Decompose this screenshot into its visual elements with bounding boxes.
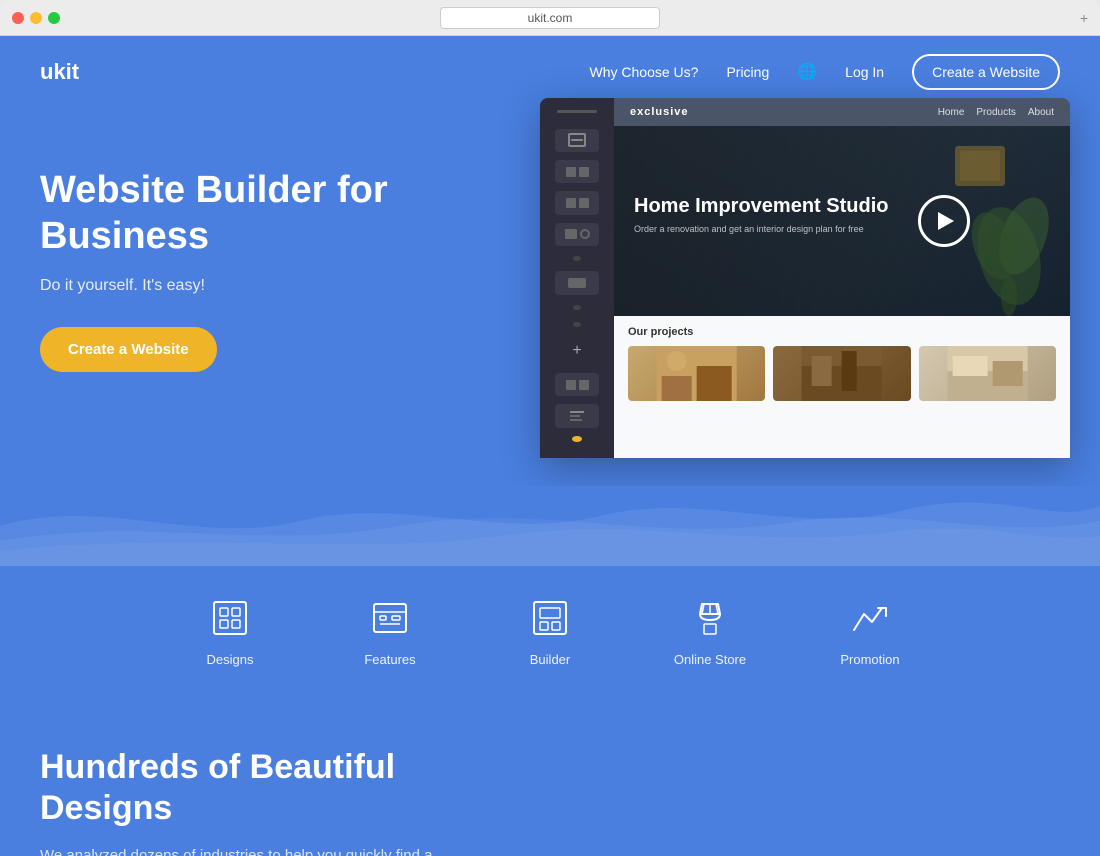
hero-subtitle: Do it yourself. It's easy! bbox=[40, 277, 440, 295]
wave-svg bbox=[0, 486, 1100, 566]
minimize-dot[interactable] bbox=[30, 12, 42, 24]
preview-project-grid bbox=[628, 346, 1056, 401]
project-card-1 bbox=[628, 346, 765, 401]
preview-header: exclusive Home Products About bbox=[614, 98, 1070, 126]
play-icon bbox=[938, 212, 954, 230]
nav-links: Why Choose Us? Pricing 🌐 Log In Create a… bbox=[590, 54, 1061, 90]
feature-promotion[interactable]: Promotion bbox=[790, 596, 950, 667]
preview-hero-text: Home Improvement Studio Order a renovati… bbox=[634, 194, 888, 248]
sidebar-dot-3 bbox=[573, 322, 581, 327]
play-button[interactable] bbox=[918, 195, 970, 247]
sidebar-active-dot bbox=[572, 436, 582, 442]
preview-content: exclusive Home Products About bbox=[614, 98, 1070, 458]
sidebar-handle bbox=[557, 110, 597, 113]
hero-section: Website Builder for Business Do it yours… bbox=[0, 108, 1100, 488]
store-icon bbox=[688, 596, 732, 640]
sidebar-block-1[interactable] bbox=[555, 129, 599, 152]
logo[interactable]: ukit bbox=[40, 59, 79, 85]
preview-hero-image: Home Improvement Studio Order a renovati… bbox=[614, 126, 1070, 316]
globe-icon[interactable]: 🌐 bbox=[797, 62, 817, 82]
preview-window: + bbox=[540, 98, 1070, 458]
preview-nav-about: About bbox=[1028, 107, 1054, 118]
feature-store[interactable]: Online Store bbox=[630, 596, 790, 667]
project-image-1 bbox=[628, 346, 765, 401]
sidebar-dot-2 bbox=[573, 305, 581, 310]
nav-cta-button[interactable]: Create a Website bbox=[912, 54, 1060, 90]
wave-section bbox=[0, 486, 1100, 566]
promotion-icon bbox=[848, 596, 892, 640]
preview-projects-title: Our projects bbox=[628, 326, 1056, 338]
new-tab-icon[interactable]: + bbox=[1080, 10, 1088, 26]
preview-brand: exclusive bbox=[630, 106, 689, 118]
features-icon bbox=[368, 596, 412, 640]
maximize-dot[interactable] bbox=[48, 12, 60, 24]
preview-nav-products: Products bbox=[976, 107, 1015, 118]
preview-nav-home: Home bbox=[938, 107, 965, 118]
url-text: ukit.com bbox=[528, 11, 573, 25]
preview-projects: Our projects bbox=[614, 316, 1070, 458]
feature-designs[interactable]: Designs bbox=[150, 596, 310, 667]
bottom-section: Hundreds of Beautiful Designs We analyze… bbox=[0, 707, 1100, 856]
feature-store-label: Online Store bbox=[674, 652, 746, 667]
hero-text: Website Builder for Business Do it yours… bbox=[40, 148, 440, 372]
feature-features[interactable]: Features bbox=[310, 596, 470, 667]
sidebar-block-3[interactable] bbox=[555, 191, 599, 214]
project-card-2 bbox=[773, 346, 910, 401]
project-image-2 bbox=[773, 346, 910, 401]
sidebar-block-6[interactable] bbox=[555, 373, 599, 396]
feature-designs-label: Designs bbox=[207, 652, 254, 667]
sidebar-block-2[interactable] bbox=[555, 160, 599, 183]
nav-why-choose[interactable]: Why Choose Us? bbox=[590, 64, 699, 80]
nav-login[interactable]: Log In bbox=[845, 64, 884, 80]
project-card-3 bbox=[919, 346, 1056, 401]
feature-builder-label: Builder bbox=[530, 652, 570, 667]
address-bar[interactable]: ukit.com bbox=[440, 7, 660, 29]
browser-chrome: ukit.com + bbox=[0, 0, 1100, 36]
features-section: Designs Features Builder bbox=[0, 566, 1100, 707]
builder-sidebar: + bbox=[540, 98, 614, 458]
sidebar-add-row[interactable]: + bbox=[572, 337, 581, 365]
preview-nav-links: Home Products About bbox=[938, 107, 1054, 118]
sidebar-dot-1 bbox=[573, 256, 581, 261]
feature-promotion-label: Promotion bbox=[840, 652, 899, 667]
bottom-title: Hundreds of Beautiful Designs bbox=[40, 747, 480, 829]
sidebar-block-7[interactable] bbox=[555, 404, 599, 427]
builder-icon bbox=[528, 596, 572, 640]
hero-title: Website Builder for Business bbox=[40, 168, 440, 259]
designs-icon bbox=[208, 596, 252, 640]
page-wrapper: ukit Why Choose Us? Pricing 🌐 Log In Cre… bbox=[0, 36, 1100, 856]
sidebar-block-4[interactable] bbox=[555, 223, 599, 246]
feature-builder[interactable]: Builder bbox=[470, 596, 630, 667]
interior-deco bbox=[950, 136, 1010, 196]
preview-hero-subtitle: Order a renovation and get an interior d… bbox=[634, 224, 888, 234]
close-dot[interactable] bbox=[12, 12, 24, 24]
preview-hero-title: Home Improvement Studio bbox=[634, 194, 888, 218]
project-image-3 bbox=[919, 346, 1056, 401]
feature-features-label: Features bbox=[364, 652, 415, 667]
hero-cta-button[interactable]: Create a Website bbox=[40, 327, 217, 372]
sidebar-block-5[interactable] bbox=[555, 271, 599, 294]
bottom-subtitle: We analyzed dozens of industries to help… bbox=[40, 845, 460, 856]
browser-dots bbox=[12, 12, 60, 24]
nav-pricing[interactable]: Pricing bbox=[726, 64, 769, 80]
